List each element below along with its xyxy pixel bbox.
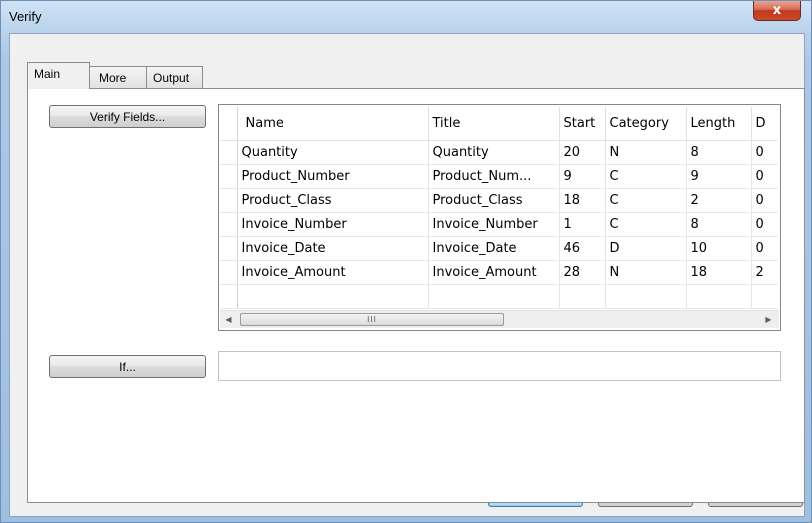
cell-d: 0: [751, 212, 778, 237]
cell-title: Invoice_Number: [428, 212, 560, 237]
row-header: [221, 188, 238, 213]
tab-main-label: Main: [34, 67, 61, 81]
fields-table: Name Title Start Category Length D Quant…: [221, 107, 778, 309]
cell-category: N: [605, 140, 687, 165]
table-row[interactable]: Product_Class Product_Class 18 C 2 0: [221, 188, 778, 213]
cell-empty: [237, 284, 429, 309]
cell-category: C: [605, 164, 687, 189]
row-header: [221, 236, 238, 261]
cell-start: 46: [559, 236, 606, 261]
cell-length: 8: [686, 140, 752, 165]
if-button[interactable]: If...: [49, 355, 206, 378]
cell-name: Invoice_Number: [237, 212, 429, 237]
cell-title: Invoice_Amount: [428, 260, 560, 285]
fields-grid-viewport: Name Title Start Category Length D Quant…: [221, 107, 778, 310]
cell-start: 28: [559, 260, 606, 285]
cell-category: C: [605, 212, 687, 237]
tab-more-label: More: [99, 71, 127, 85]
cell-start: 1: [559, 212, 606, 237]
cell-name: Invoice_Date: [237, 236, 429, 261]
window-title: Verify: [9, 9, 42, 24]
cell-start: 9: [559, 164, 606, 189]
cell-length: 8: [686, 212, 752, 237]
if-expression-field[interactable]: [218, 351, 781, 381]
cell-category: C: [605, 188, 687, 213]
arrow-left-icon: ◀: [225, 315, 232, 324]
cell-d: 0: [751, 188, 778, 213]
table-row[interactable]: Invoice_Date Invoice_Date 46 D 10 0: [221, 236, 778, 261]
tab-output[interactable]: Output: [146, 66, 203, 88]
table-row-empty: [221, 284, 778, 309]
cell-name: Quantity: [237, 140, 429, 165]
table-row[interactable]: Invoice_Number Invoice_Number 1 C 8 0: [221, 212, 778, 237]
horizontal-scrollbar[interactable]: ◀ III ▶: [220, 310, 779, 328]
cell-length: 10: [686, 236, 752, 261]
verify-fields-button[interactable]: Verify Fields...: [49, 105, 206, 128]
cell-empty: [686, 284, 752, 309]
tab-main[interactable]: Main: [27, 62, 90, 89]
cell-name: Product_Number: [237, 164, 429, 189]
cell-empty: [559, 284, 606, 309]
grip-icon: III: [367, 315, 377, 324]
cell-d: 0: [751, 164, 778, 189]
tab-output-label: Output: [153, 71, 190, 85]
scroll-left-button[interactable]: ◀: [220, 311, 237, 328]
cell-category: D: [605, 236, 687, 261]
row-header: [221, 164, 238, 189]
column-header-category[interactable]: Category: [605, 107, 687, 141]
cell-length: 18: [686, 260, 752, 285]
verify-dialog: Verify x Main More Output Verify Fields.…: [0, 0, 812, 523]
column-header-length[interactable]: Length: [686, 107, 752, 141]
row-header: [221, 140, 238, 165]
cell-d: 0: [751, 140, 778, 165]
table-row[interactable]: Product_Number Product_Num... 9 C 9 0: [221, 164, 778, 189]
cell-name: Invoice_Amount: [237, 260, 429, 285]
cell-empty: [751, 284, 778, 309]
row-header: [221, 260, 238, 285]
column-header-title[interactable]: Title: [428, 107, 560, 141]
cell-empty: [605, 284, 687, 309]
title-bar[interactable]: Verify x: [1, 1, 811, 33]
cell-empty: [428, 284, 560, 309]
cell-name: Product_Class: [237, 188, 429, 213]
row-header: [221, 212, 238, 237]
arrow-right-icon: ▶: [765, 315, 772, 324]
close-icon: x: [772, 3, 782, 18]
cell-length: 9: [686, 164, 752, 189]
cell-title: Quantity: [428, 140, 560, 165]
scroll-thumb[interactable]: III: [240, 313, 504, 326]
table-row[interactable]: Quantity Quantity 20 N 8 0: [221, 140, 778, 165]
table-header-row: Name Title Start Category Length D: [221, 107, 778, 141]
cell-title: Product_Class: [428, 188, 560, 213]
column-header-name[interactable]: Name: [237, 107, 429, 141]
cell-d: 2: [751, 260, 778, 285]
cell-title: Product_Num...: [428, 164, 560, 189]
cell-category: N: [605, 260, 687, 285]
cell-start: 18: [559, 188, 606, 213]
tab-more[interactable]: More: [89, 66, 147, 88]
scroll-right-button[interactable]: ▶: [760, 311, 777, 328]
cell-start: 20: [559, 140, 606, 165]
cell-title: Invoice_Date: [428, 236, 560, 261]
table-row[interactable]: Invoice_Amount Invoice_Amount 28 N 18 2: [221, 260, 778, 285]
fields-grid[interactable]: Name Title Start Category Length D Quant…: [218, 104, 781, 331]
row-header-corner: [221, 107, 238, 141]
column-header-start[interactable]: Start: [559, 107, 606, 141]
column-header-d[interactable]: D: [751, 107, 778, 141]
row-header: [221, 284, 238, 309]
cell-length: 2: [686, 188, 752, 213]
close-button[interactable]: x: [753, 1, 801, 21]
cell-d: 0: [751, 236, 778, 261]
